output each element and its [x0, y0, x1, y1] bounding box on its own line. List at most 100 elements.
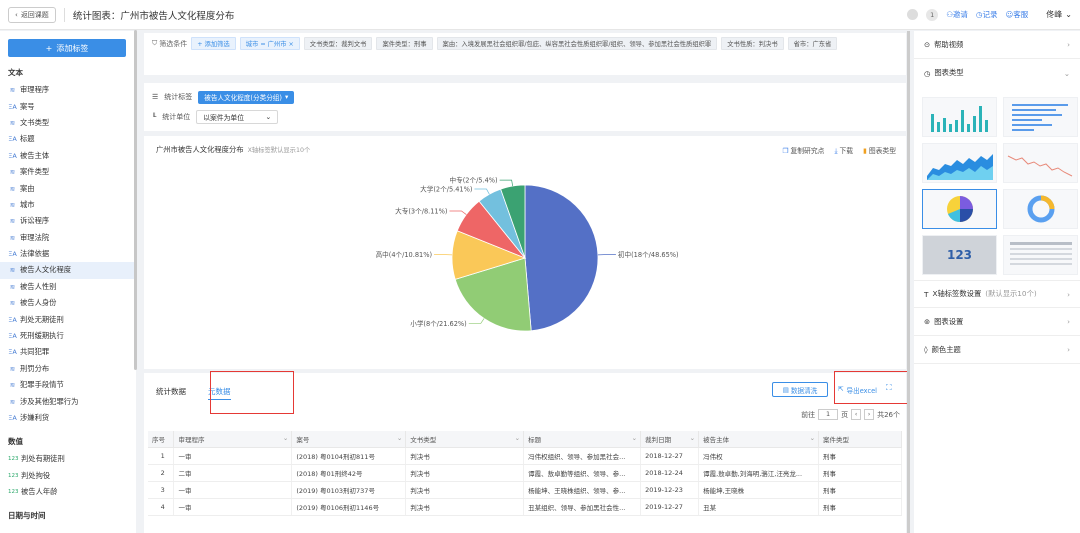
page-input[interactable]: 1	[818, 409, 839, 420]
unit-select[interactable]: 以案件为单位 ⌄	[196, 110, 279, 124]
chevron-down-icon[interactable]: ⌄	[632, 434, 637, 442]
filter-chip[interactable]: 案件类型：刑事	[376, 37, 433, 50]
color-theme-item[interactable]: ◊ 颜色主题 ›	[914, 336, 1080, 364]
sidebar-item-label: 标题	[20, 134, 35, 144]
sidebar-item[interactable]: ≋ 被告人文化程度	[0, 262, 136, 279]
sidebar-item[interactable]: ≋ 审理法院	[0, 230, 136, 246]
table-header-cell[interactable]: 被告主体 ⌄	[698, 431, 820, 448]
sidebar-item[interactable]: ≋ 审理程序	[0, 82, 136, 98]
sidebar-item[interactable]: 123 判处拘役	[0, 468, 136, 484]
line-chart-thumb-icon	[1007, 155, 1072, 177]
thumb-donut-chart[interactable]	[1003, 189, 1078, 229]
sidebar-scrollbar[interactable]	[134, 30, 137, 370]
thumb-table[interactable]	[1003, 235, 1078, 275]
sidebar-item[interactable]: ΞA 涉嫌利货	[0, 410, 136, 426]
table-header-cell[interactable]: 序号	[148, 431, 175, 448]
thumb-pie-chart[interactable]	[922, 189, 997, 229]
chevron-down-icon[interactable]: ⌄	[283, 434, 288, 442]
chart-settings-item[interactable]: ⊚ 图表设置 ›	[914, 308, 1080, 336]
sidebar-item[interactable]: 123 判处有期徒刑	[0, 451, 136, 467]
service-link[interactable]: ☺客服	[1005, 9, 1028, 20]
sidebar-item[interactable]: ΞA 法律依据	[0, 246, 136, 262]
sidebar-item[interactable]: ΞA 标题	[0, 131, 136, 147]
table-row[interactable]: 1 一审 (2018) 粤0104刑初811号 判决书 冯伟权组织、领导、参加黑社会..…	[148, 447, 902, 465]
chevron-down-icon[interactable]: ⌄	[810, 434, 815, 442]
chevron-down-icon[interactable]: ⌄	[690, 434, 695, 442]
filter-chip[interactable]: 城市 = 广州市 ×	[239, 37, 300, 50]
sidebar-item-label: 被告人身份	[20, 298, 57, 308]
thumb-number-card[interactable]: 123	[922, 235, 997, 275]
sidebar-item-label: 被告人性别	[20, 281, 57, 291]
help-video-item[interactable]: ⊙ 帮助视频 ›	[914, 31, 1080, 59]
sidebar-item[interactable]: ΞA 被告主体	[0, 148, 136, 164]
chart-type-button[interactable]: ▮ 图表类型	[863, 145, 896, 156]
table-row[interactable]: 4 一审 (2019) 粤0106刑初1146号 判决书 丑某组织、领导、参加黑社会性.…	[148, 498, 902, 516]
stat-unit-label: 统计单位	[162, 113, 191, 121]
data-clean-button[interactable]: ▤ 数据清洗	[772, 382, 828, 397]
sidebar-item[interactable]: ≋ 犯罪手段情节	[0, 377, 136, 393]
sidebar-item[interactable]: ΞA 共同犯罪	[0, 344, 136, 360]
notification-badge[interactable]: 1	[926, 8, 939, 21]
pie-slice[interactable]	[524, 184, 599, 332]
table-header-cell[interactable]: 标题 ⌄	[523, 431, 642, 448]
sidebar-item-label: 被告人年龄	[21, 487, 58, 497]
back-label: 返回课题	[20, 10, 49, 19]
chart-types-item[interactable]: ◷ 图表类型 ⌄	[914, 59, 1080, 87]
table-cell: 刑事	[818, 464, 902, 482]
filter-chip[interactable]: 文书类型：裁判文书	[303, 37, 373, 50]
sidebar-item[interactable]: ΞA 判处无期徒刑	[0, 311, 136, 327]
help-label: 帮助视频	[934, 39, 964, 49]
thumb-area-chart[interactable]	[922, 143, 997, 183]
download-button[interactable]: ⤓ 下载	[834, 145, 853, 156]
stat-config-panel: ☰ 统计标签 被告人文化程度(分类分组) ▾ ╙ 统计单位 以案件为单位 ⌄	[144, 83, 906, 131]
table-header-cell[interactable]: 案件类型	[818, 431, 902, 448]
thumb-line-chart[interactable]	[1003, 143, 1078, 183]
prev-page-button[interactable]: ‹	[851, 409, 862, 420]
table-header-cell[interactable]: 审理程序 ⌄	[173, 431, 293, 448]
sidebar-item[interactable]: ≋ 诉讼程序	[0, 213, 136, 229]
chevron-down-icon: ⌄	[265, 113, 272, 121]
chevron-down-icon[interactable]: ⌄	[397, 434, 402, 442]
add-filter-button[interactable]: + 添加筛选	[191, 37, 236, 50]
record-label: 记录	[982, 10, 998, 19]
xaxis-hint: (默认显示10个)	[985, 289, 1037, 298]
sidebar-item[interactable]: 123 被告人年龄	[0, 484, 136, 500]
back-button[interactable]: ‹ 返回课题	[8, 6, 56, 23]
column-label: 被告主体	[703, 435, 730, 444]
add-tag-button[interactable]: + 添加标签	[8, 39, 126, 57]
filter-chip[interactable]: 文书性质：判决书	[721, 37, 784, 50]
next-page-button[interactable]: ›	[864, 409, 875, 420]
table-header-cell[interactable]: 裁判日期 ⌄	[640, 431, 700, 448]
table-cell: 刑事	[818, 498, 902, 516]
stat-tag-dropdown[interactable]: 被告人文化程度(分类分组) ▾	[198, 90, 295, 104]
table-header-cell[interactable]: 案号 ⌄	[291, 431, 407, 448]
right-scrollbar[interactable]	[907, 31, 910, 533]
record-link[interactable]: ◷记录	[976, 9, 998, 20]
chevron-down-icon[interactable]: ⌄	[515, 434, 520, 442]
sidebar-item[interactable]: ≋ 刑罚分布	[0, 361, 136, 377]
tab-statistics[interactable]: 统计数据	[156, 386, 186, 400]
sidebar-item[interactable]: ≋ 涉及其他犯罪行为	[0, 393, 136, 409]
table-row[interactable]: 2 二审 (2018) 粤01刑终42号 判决书 谭霞、敖卓勤等组织、领导、参... 20…	[148, 464, 902, 482]
thumb-hbar-chart[interactable]	[1003, 97, 1078, 137]
sidebar-item[interactable]: ≋ 文书类型	[0, 115, 136, 131]
filter-chip[interactable]: 案由：入境发展黑社会组织罪/包庇、纵容黑社会性质组织罪/组织、领导、参加黑社会性…	[436, 37, 718, 50]
filter-label: ⛉ 筛选条件	[152, 39, 187, 49]
sidebar-item[interactable]: ΞA 死刑缓期执行	[0, 328, 136, 344]
xaxis-setting-item[interactable]: T X轴标签数设置 (默认显示10个) ›	[914, 280, 1080, 308]
sidebar-item[interactable]: ΞA 案号	[0, 98, 136, 114]
sidebar-item[interactable]: ≋ 被告人身份	[0, 295, 136, 311]
bar-chart-icon: ╙	[152, 113, 157, 121]
sidebar-item[interactable]: ≋ 案件类型	[0, 164, 136, 180]
text-field-icon: ΞA	[8, 151, 17, 160]
sidebar-item[interactable]: ≋ 案由	[0, 180, 136, 196]
sidebar-item[interactable]: ≋ 城市	[0, 197, 136, 213]
table-row[interactable]: 3 一审 (2019) 粤0103刑初737号 判决书 杨能坤、王晓株组织、领导、参..…	[148, 481, 902, 499]
table-header-cell[interactable]: 文书类型 ⌄	[405, 431, 525, 448]
user-menu[interactable]: 佟峰 ⌄	[1046, 9, 1072, 20]
thumb-bar-chart[interactable]	[922, 97, 997, 137]
filter-chip[interactable]: 省市：广东省	[787, 37, 838, 50]
sidebar-item[interactable]: ≋ 被告人性别	[0, 279, 136, 295]
invite-link[interactable]: ⚇邀请	[946, 9, 968, 20]
copy-research-button[interactable]: ❐ 复制研究点	[782, 145, 824, 156]
